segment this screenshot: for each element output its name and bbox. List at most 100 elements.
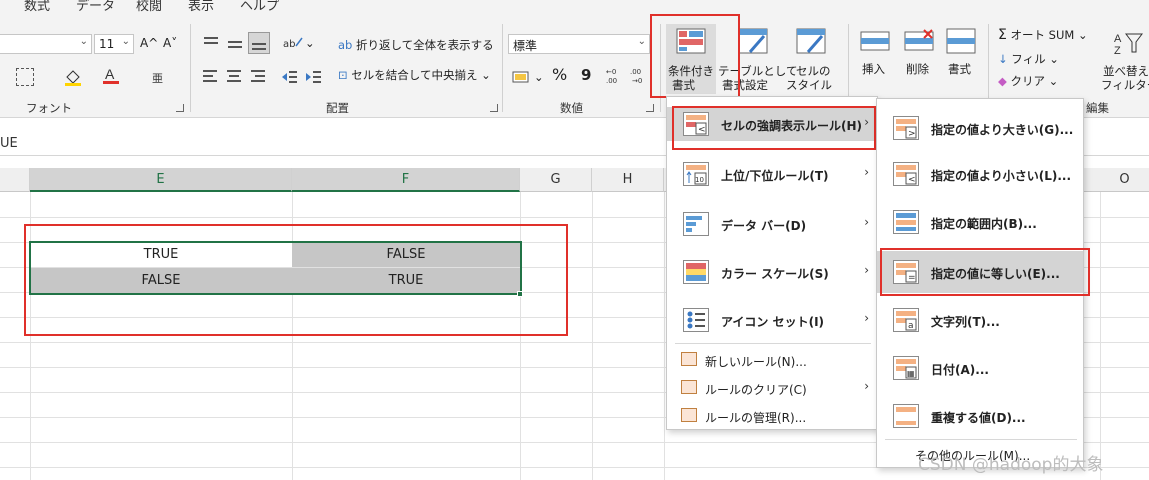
text-contains-rule-icon: a [893, 308, 919, 332]
format-as-table-icon[interactable] [738, 28, 768, 57]
svg-text:Z: Z [1114, 45, 1121, 56]
new-rule-label: 新しいルール(N)... [705, 355, 807, 369]
tab-help[interactable]: ヘルプ [240, 0, 279, 14]
merge-center-button[interactable]: ⊡ セルを結合して中央揃え ⌄ [338, 68, 491, 82]
increase-decimal-icon[interactable]: ←0.00 [606, 66, 624, 85]
autosum-button[interactable]: Σ オート SUM ⌄ [998, 28, 1088, 42]
fill-label: フィル [1011, 52, 1046, 66]
menu-item-new-rule[interactable]: 新しいルール(N)... [667, 347, 877, 373]
chevron-right-icon: › [864, 263, 869, 277]
column-header-o[interactable]: O [1100, 168, 1149, 192]
svg-text:.00: .00 [606, 77, 617, 85]
between-rule-icon [893, 210, 919, 234]
sort-filter-icon[interactable]: AZ [1114, 30, 1144, 59]
eraser-icon: ◆ [998, 74, 1007, 88]
date-label: 日付(A)... [931, 363, 989, 377]
chevron-right-icon: › [864, 379, 869, 393]
align-center-icon[interactable] [226, 68, 244, 86]
align-top-icon[interactable] [202, 34, 220, 52]
decrease-indent-icon[interactable] [280, 68, 298, 86]
annotation-box-highlight-rules [672, 106, 876, 150]
number-format-combo[interactable]: 標準 ⌄ [508, 34, 650, 54]
currency-dropdown-icon[interactable]: ⌄ [534, 70, 544, 84]
submenu-item-text-contains[interactable]: a 文字列(T)... [877, 303, 1083, 337]
column-header-e[interactable]: E [30, 168, 292, 192]
clear-rules-icon [681, 380, 697, 394]
menu-item-manage-rules[interactable]: ルールの管理(R)... [667, 403, 877, 429]
align-right-icon[interactable] [250, 68, 268, 86]
grow-font-button[interactable]: A^ [140, 36, 158, 50]
submenu-item-greater-than[interactable]: > 指定の値より大きい(G)... [877, 111, 1083, 145]
percent-button[interactable]: % [552, 67, 567, 83]
menu-item-data-bar[interactable]: データ バー(D) › [667, 207, 877, 241]
formula-bar-text: UE [0, 136, 18, 151]
tab-data[interactable]: データ [76, 0, 115, 14]
increase-indent-icon[interactable] [304, 68, 322, 86]
svg-text:←0: ←0 [606, 68, 616, 76]
align-left-icon[interactable] [202, 68, 220, 86]
fill-down-icon: ↓ [998, 52, 1008, 66]
menu-item-icon-set[interactable]: アイコン セット(I) › [667, 303, 877, 337]
svg-text:<: < [908, 175, 916, 185]
sort-filter-label-1[interactable]: 並べ替えと [1103, 64, 1149, 78]
submenu-item-duplicate-values[interactable]: 重複する値(D)... [877, 399, 1083, 433]
greater-than-label: 指定の値より大きい(G)... [931, 123, 1074, 137]
sigma-icon: Σ [998, 27, 1007, 43]
align-bottom-icon[interactable] [248, 32, 270, 54]
number-format-value: 標準 [513, 39, 538, 53]
align-middle-icon[interactable] [226, 34, 244, 52]
shrink-font-button[interactable]: A˅ [163, 36, 177, 50]
submenu-item-less-than[interactable]: < 指定の値より小さい(L)... [877, 157, 1083, 191]
orientation-dropdown-icon[interactable]: ⌄ [305, 36, 315, 50]
format-cells-icon[interactable] [946, 28, 976, 57]
wrap-text-button[interactable]: ab 折り返して全体を表示する [338, 38, 494, 52]
new-rule-icon [681, 352, 697, 366]
merge-icon: ⊡ [338, 68, 348, 82]
decrease-decimal-icon[interactable]: .00 →0 [630, 66, 648, 85]
tab-formulas[interactable]: 数式 [24, 0, 50, 14]
annotation-box-conditional-formatting [650, 14, 740, 98]
font-size-combo[interactable]: 11 ⌄ [94, 34, 134, 54]
alignment-launcher-icon[interactable] [490, 104, 498, 112]
font-color-icon[interactable]: A [102, 66, 120, 84]
insert-cells-icon[interactable] [860, 28, 890, 57]
date-rule-icon: ▦ [893, 356, 919, 380]
border-icon[interactable] [16, 68, 34, 86]
currency-icon[interactable] [512, 68, 530, 86]
phonetic-icon[interactable]: 亜 [150, 68, 168, 86]
menu-item-top-bottom[interactable]: 10 上位/下位ルール(T) › [667, 157, 877, 191]
delete-cells-label[interactable]: 削除 [906, 62, 929, 76]
menu-item-clear-rules[interactable]: ルールのクリア(C) › [667, 375, 877, 401]
column-header-h[interactable]: H [592, 168, 664, 192]
chevron-right-icon: › [864, 165, 869, 179]
column-header-g[interactable]: G [520, 168, 592, 192]
merge-dropdown-icon[interactable]: ⌄ [481, 68, 491, 82]
cell-styles-label-1[interactable]: セルの [796, 64, 831, 78]
clear-label: クリア [1010, 74, 1046, 88]
color-scale-label: カラー スケール(S) [721, 267, 829, 281]
fill-button[interactable]: ↓ フィル ⌄ [998, 52, 1059, 66]
delete-cells-icon[interactable] [904, 28, 934, 57]
cell-styles-label-2[interactable]: スタイル [786, 78, 832, 92]
font-size-value: 11 [99, 37, 115, 51]
submenu-item-date[interactable]: ▦ 日付(A)... [877, 351, 1083, 385]
sort-filter-label-2[interactable]: フィルター [1101, 78, 1149, 92]
format-cells-label[interactable]: 書式 [948, 62, 971, 76]
svg-text:→0: →0 [632, 77, 642, 85]
menu-item-color-scale[interactable]: カラー スケール(S) › [667, 255, 877, 289]
font-name-combo[interactable]: ⌄ [0, 34, 92, 54]
comma-button[interactable]: 9 [581, 68, 591, 83]
tab-review[interactable]: 校閲 [136, 0, 162, 14]
autosum-label: オート SUM [1010, 28, 1075, 42]
submenu-item-between[interactable]: 指定の範囲内(B)... [877, 205, 1083, 239]
fill-color-icon[interactable] [64, 68, 82, 86]
number-launcher-icon[interactable] [646, 104, 654, 112]
cell-styles-icon[interactable] [796, 28, 826, 57]
orientation-icon[interactable]: ab [282, 34, 303, 52]
insert-cells-label[interactable]: 挿入 [862, 62, 885, 76]
svg-text:10: 10 [695, 176, 704, 184]
column-header-f[interactable]: F [292, 168, 520, 192]
font-launcher-icon[interactable] [176, 104, 184, 112]
tab-view[interactable]: 表示 [188, 0, 214, 14]
clear-button[interactable]: ◆ クリア ⌄ [998, 74, 1058, 88]
